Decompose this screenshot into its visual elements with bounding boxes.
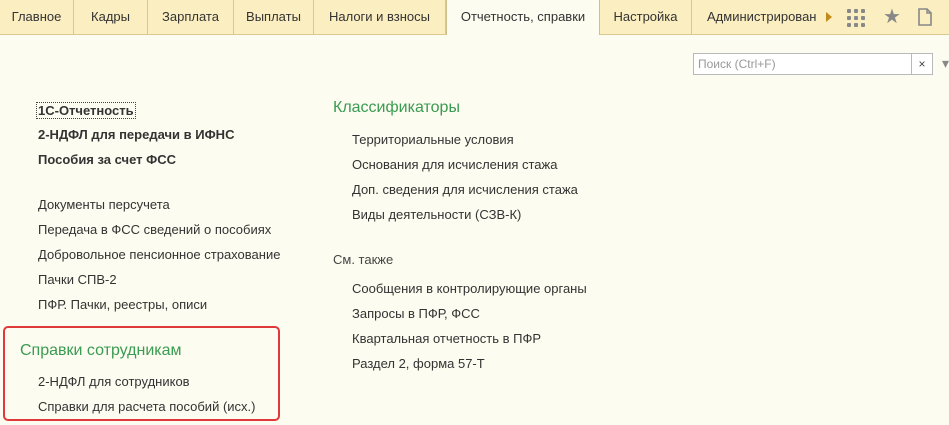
link-territorial-conditions[interactable]: Территориальные условия [352,132,514,147]
tab-salary[interactable]: Зарплата [148,0,234,34]
clear-search-button[interactable]: × [911,54,932,74]
tab-settings[interactable]: Настройка [600,0,692,34]
link-activity-types[interactable]: Виды деятельности (СЗВ-К) [352,207,521,222]
tab-payments[interactable]: Выплаты [234,0,314,34]
scroll-right-icon[interactable] [826,12,832,22]
tab-main[interactable]: Главное [0,0,74,34]
tab-personnel[interactable]: Кадры [74,0,148,34]
tab-reports[interactable]: Отчетность, справки [446,0,600,35]
tab-taxes[interactable]: Налоги и взносы [314,0,446,34]
favorites-star-icon[interactable]: ★ [883,5,901,29]
section-classifiers: Классификаторы [333,99,460,116]
grid-menu-icon[interactable] [847,9,865,27]
link-seniority-grounds[interactable]: Основания для исчисления стажа [352,157,557,172]
link-quarterly-pfr[interactable]: Квартальная отчетность в ПФР [352,331,541,346]
link-2ndfl-employees[interactable]: 2-НДФЛ для сотрудников [38,374,190,389]
link-voluntary-pension[interactable]: Добровольное пенсионное страхование [38,247,280,262]
top-navigation-bar: Главное Кадры Зарплата Выплаты Налоги и … [0,0,949,35]
link-seniority-info[interactable]: Доп. сведения для исчисления стажа [352,182,578,197]
see-also-heading: См. также [333,252,394,267]
link-section2-form57t[interactable]: Раздел 2, форма 57-Т [352,356,485,371]
link-fss-benefits[interactable]: Пособия за счет ФСС [38,152,176,167]
more-chevron-icon[interactable]: ▾ [942,55,949,72]
section-employee-certificates: Справки сотрудникам [20,342,182,359]
tab-administration[interactable]: Администрирован [692,0,820,34]
link-1c-reporting[interactable]: 1С-Отчетность [36,102,136,119]
history-icon[interactable] [917,8,933,26]
search-field[interactable]: × [693,53,933,75]
link-pfr-packs[interactable]: ПФР. Пачки, реестры, описи [38,297,207,312]
link-pfr-fss-requests[interactable]: Запросы в ПФР, ФСС [352,306,480,321]
link-fss-transfer[interactable]: Передача в ФСС сведений о пособиях [38,222,271,237]
link-messages-authorities[interactable]: Сообщения в контролирующие органы [352,281,587,296]
search-input[interactable] [694,54,912,74]
link-benefit-certificates[interactable]: Справки для расчета пособий (исх.) [38,399,255,414]
link-personal-docs[interactable]: Документы персучета [38,197,170,212]
link-2ndfl-ifns[interactable]: 2-НДФЛ для передачи в ИФНС [38,127,234,142]
link-spv2-packs[interactable]: Пачки СПВ-2 [38,272,117,287]
